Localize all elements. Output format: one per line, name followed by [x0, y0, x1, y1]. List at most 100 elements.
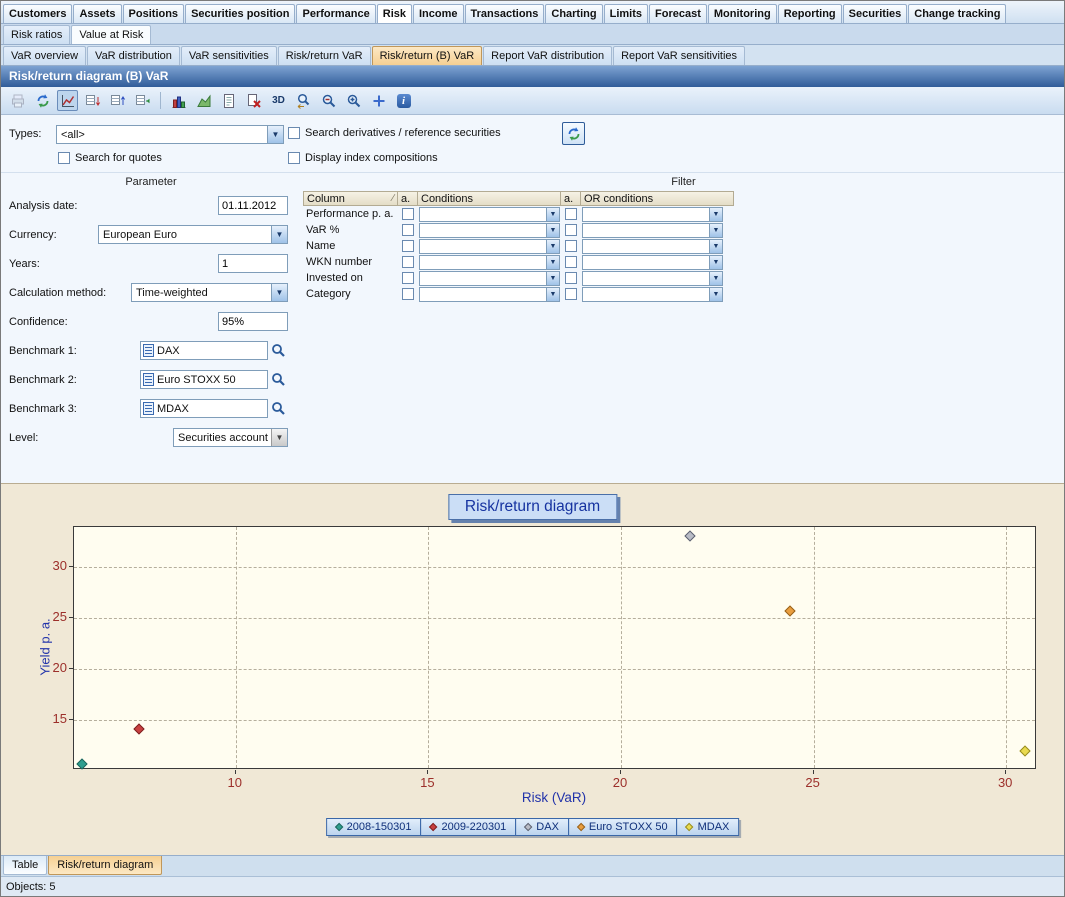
legend-item-dax[interactable]: DAX — [515, 818, 569, 836]
and-checkbox[interactable] — [402, 288, 414, 300]
tab-report-var-distribution[interactable]: Report VaR distribution — [483, 46, 612, 65]
info-icon[interactable]: i — [393, 90, 414, 111]
or-checkbox[interactable] — [565, 256, 577, 268]
tab-risk[interactable]: Risk — [377, 4, 412, 23]
and-checkbox[interactable] — [402, 272, 414, 284]
delete-report-icon[interactable] — [243, 90, 264, 111]
refresh-icon[interactable] — [32, 90, 53, 111]
report-icon[interactable] — [218, 90, 239, 111]
zoom-previous-icon[interactable] — [293, 90, 314, 111]
tab-report-var-sensitivities[interactable]: Report VaR sensitivities — [613, 46, 745, 65]
or-conditions-header[interactable]: OR conditions — [581, 191, 734, 206]
years-input[interactable] — [218, 254, 288, 273]
data-point-mdax[interactable] — [1020, 745, 1031, 756]
legend-item-mdax[interactable]: MDAX — [677, 818, 740, 836]
or-checkbox[interactable] — [565, 208, 577, 220]
chart-arrow-sum-icon[interactable] — [132, 90, 153, 111]
or-checkbox[interactable] — [565, 272, 577, 284]
calculation-method-select[interactable]: Time-weighted ▼ — [131, 283, 288, 302]
conditions-select[interactable]: ▼ — [419, 255, 560, 270]
conditions-select[interactable]: ▼ — [419, 287, 560, 302]
data-point-2009-220301[interactable] — [134, 723, 145, 734]
conditions-select[interactable]: ▼ — [419, 239, 560, 254]
chevron-down-icon[interactable]: ▼ — [546, 272, 559, 285]
or-conditions-select[interactable]: ▼ — [582, 255, 723, 270]
tab-reporting[interactable]: Reporting — [778, 4, 842, 23]
tab-var-sensitivities[interactable]: VaR sensitivities — [181, 46, 277, 65]
display-index-checkbox[interactable] — [288, 152, 300, 164]
tab-transactions[interactable]: Transactions — [465, 4, 545, 23]
tab-customers[interactable]: Customers — [3, 4, 72, 23]
data-point-euro-stoxx-50[interactable] — [785, 605, 796, 616]
currency-select[interactable]: European Euro ▼ — [98, 225, 288, 244]
chevron-down-icon[interactable]: ▼ — [709, 256, 722, 269]
chevron-down-icon[interactable]: ▼ — [546, 256, 559, 269]
benchmark3-search-icon[interactable] — [268, 401, 288, 416]
tab-var-overview[interactable]: VaR overview — [3, 46, 86, 65]
analysis-date-input[interactable] — [218, 196, 288, 215]
benchmark2-search-icon[interactable] — [268, 372, 288, 387]
data-point-dax[interactable] — [685, 531, 696, 542]
benchmark3-field[interactable]: MDAX — [140, 399, 268, 418]
data-point-2008-150301[interactable] — [76, 758, 87, 769]
chevron-down-icon[interactable]: ▼ — [709, 272, 722, 285]
legend-item-euro-stoxx-50[interactable]: Euro STOXX 50 — [568, 818, 678, 836]
tab-performance[interactable]: Performance — [296, 4, 375, 23]
edit-chart-icon[interactable] — [57, 90, 78, 111]
and-header[interactable]: a. — [398, 191, 418, 206]
chevron-down-icon[interactable]: ▼ — [546, 224, 559, 237]
chart-arrow-down-icon[interactable] — [82, 90, 103, 111]
tab-positions[interactable]: Positions — [123, 4, 185, 23]
chevron-down-icon[interactable]: ▼ — [546, 208, 559, 221]
and-header-2[interactable]: a. — [561, 191, 581, 206]
and-checkbox[interactable] — [402, 240, 414, 252]
conditions-select[interactable]: ▼ — [419, 271, 560, 286]
benchmark2-field[interactable]: Euro STOXX 50 — [140, 370, 268, 389]
tab-change-tracking[interactable]: Change tracking — [908, 4, 1006, 23]
benchmark1-field[interactable]: DAX — [140, 341, 268, 360]
or-conditions-select[interactable]: ▼ — [582, 207, 723, 222]
bottom-tab-risk-return-diagram[interactable]: Risk/return diagram — [48, 856, 162, 875]
chevron-down-icon[interactable]: ▼ — [271, 284, 287, 301]
or-conditions-select[interactable]: ▼ — [582, 223, 723, 238]
and-checkbox[interactable] — [402, 224, 414, 236]
bottom-tab-table[interactable]: Table — [3, 856, 47, 875]
tab-securities[interactable]: Securities — [843, 4, 908, 23]
chevron-down-icon[interactable]: ▼ — [709, 240, 722, 253]
tab-income[interactable]: Income — [413, 4, 464, 23]
search-quotes-option[interactable]: Search for quotes — [58, 152, 162, 164]
tab-charting[interactable]: Charting — [545, 4, 602, 23]
refresh-button[interactable] — [562, 122, 585, 145]
tab-monitoring[interactable]: Monitoring — [708, 4, 777, 23]
level-select[interactable]: Securities account ▼ — [173, 428, 288, 447]
legend-item-2009-220301[interactable]: 2009-220301 — [420, 818, 516, 836]
search-quotes-checkbox[interactable] — [58, 152, 70, 164]
and-checkbox[interactable] — [402, 256, 414, 268]
chevron-down-icon[interactable]: ▼ — [546, 240, 559, 253]
tab-var-distribution[interactable]: VaR distribution — [87, 46, 180, 65]
bar-chart-icon[interactable] — [168, 90, 189, 111]
crosshair-icon[interactable] — [368, 90, 389, 111]
3d-view-icon[interactable]: 3D — [268, 90, 289, 111]
chevron-down-icon[interactable]: ▼ — [267, 126, 283, 143]
plot-area[interactable] — [73, 526, 1036, 769]
chart-arrow-up-icon[interactable] — [107, 90, 128, 111]
or-checkbox[interactable] — [565, 224, 577, 236]
chevron-down-icon[interactable]: ▼ — [546, 288, 559, 301]
types-select[interactable]: <all> ▼ — [56, 125, 284, 144]
tab-forecast[interactable]: Forecast — [649, 4, 707, 23]
or-checkbox[interactable] — [565, 240, 577, 252]
tab-risk-ratios[interactable]: Risk ratios — [3, 25, 70, 44]
column-header[interactable]: Column ∕ — [303, 191, 398, 206]
benchmark1-search-icon[interactable] — [268, 343, 288, 358]
chevron-down-icon[interactable]: ▼ — [271, 429, 287, 446]
and-checkbox[interactable] — [402, 208, 414, 220]
confidence-input[interactable] — [218, 312, 288, 331]
tab-value-at-risk[interactable]: Value at Risk — [71, 25, 151, 44]
tab-assets[interactable]: Assets — [73, 4, 121, 23]
or-conditions-select[interactable]: ▼ — [582, 239, 723, 254]
chevron-down-icon[interactable]: ▼ — [709, 288, 722, 301]
conditions-select[interactable]: ▼ — [419, 207, 560, 222]
or-conditions-select[interactable]: ▼ — [582, 271, 723, 286]
tab-securities-position[interactable]: Securities position — [185, 4, 295, 23]
